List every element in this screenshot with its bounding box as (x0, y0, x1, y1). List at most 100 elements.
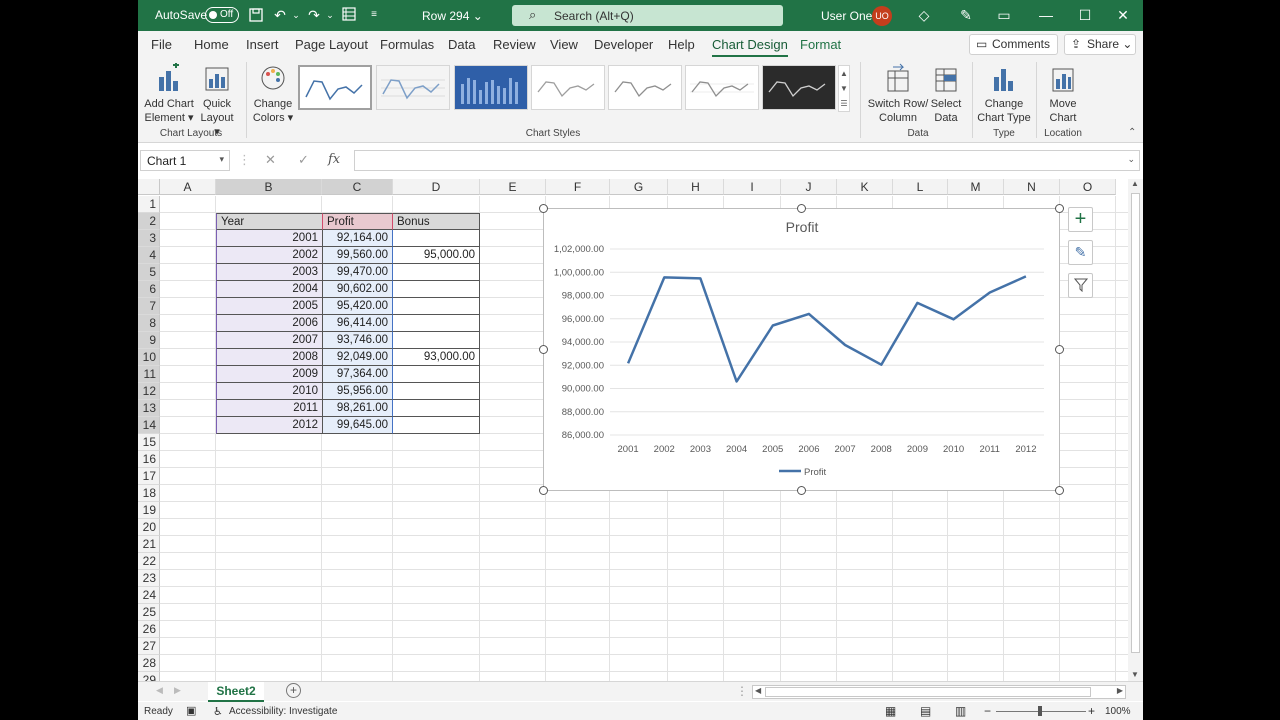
cell-C7[interactable]: 95,420.00 (322, 298, 393, 315)
formula-input[interactable]: ⌄ (354, 150, 1140, 171)
insert-function-icon[interactable]: fx (328, 152, 340, 167)
cancel-icon[interactable]: ✕ (265, 152, 276, 168)
cell-C5[interactable]: 99,470.00 (322, 264, 393, 281)
row-header-6[interactable]: 6 (138, 281, 160, 298)
row-header-9[interactable]: 9 (138, 332, 160, 349)
chart-style-6[interactable] (685, 65, 759, 110)
redo-icon[interactable]: ↷ (306, 7, 322, 23)
avatar[interactable]: UO (872, 6, 892, 26)
change-chart-type-button[interactable]: Change Chart Type (976, 63, 1032, 125)
redo-dropdown-icon[interactable]: ⌄ (322, 7, 338, 23)
form-icon[interactable] (341, 7, 357, 23)
scroll-down-icon[interactable]: ▼ (1131, 670, 1139, 679)
chart-resize-handle[interactable] (797, 486, 806, 495)
column-header-i[interactable]: I (724, 179, 781, 195)
chart-legend[interactable]: Profit (779, 467, 827, 478)
tab-page-layout[interactable]: Page Layout (295, 37, 368, 52)
cell-C8[interactable]: 96,414.00 (322, 315, 393, 332)
row-header-3[interactable]: 3 (138, 230, 160, 247)
column-header-b[interactable]: B (216, 179, 322, 195)
cell-C9[interactable]: 93,746.00 (322, 332, 393, 349)
cell-B6[interactable]: 2004 (216, 281, 322, 298)
select-data-button[interactable]: Select Data (928, 63, 964, 125)
cell-B7[interactable]: 2005 (216, 298, 322, 315)
row-header-22[interactable]: 22 (138, 553, 160, 570)
column-header-c[interactable]: C (322, 179, 393, 195)
row-header-11[interactable]: 11 (138, 366, 160, 383)
add-sheet-button[interactable]: + (286, 683, 301, 698)
tab-developer[interactable]: Developer (594, 37, 653, 52)
cell-C12[interactable]: 95,956.00 (322, 383, 393, 400)
row-header-5[interactable]: 5 (138, 264, 160, 281)
row-header-20[interactable]: 20 (138, 519, 160, 536)
row-header-13[interactable]: 13 (138, 400, 160, 417)
gallery-more-icon[interactable]: ☰ (840, 99, 847, 108)
tab-insert[interactable]: Insert (246, 37, 279, 52)
name-box[interactable]: Chart 1 ▾ (140, 150, 230, 171)
cell-B13[interactable]: 2011 (216, 400, 322, 417)
sheet-tab-sheet2[interactable]: Sheet2 (208, 682, 264, 702)
chart-resize-handle[interactable] (1055, 204, 1064, 213)
cell-B11[interactable]: 2009 (216, 366, 322, 383)
cell-D9[interactable] (393, 332, 480, 349)
cell-C10[interactable]: 92,049.00 (322, 349, 393, 366)
row-header-24[interactable]: 24 (138, 587, 160, 604)
row-header-14[interactable]: 14 (138, 417, 160, 434)
cell-D6[interactable] (393, 281, 480, 298)
column-header-k[interactable]: K (837, 179, 893, 195)
gallery-up-icon[interactable]: ▲ (840, 69, 848, 78)
ribbon-display-icon[interactable]: ▭ (994, 5, 1014, 25)
gallery-down-icon[interactable]: ▼ (840, 84, 848, 93)
row-header-2[interactable]: 2 (138, 213, 160, 230)
cell-C6[interactable]: 90,602.00 (322, 281, 393, 298)
cell-C13[interactable]: 98,261.00 (322, 400, 393, 417)
row-header-28[interactable]: 28 (138, 655, 160, 672)
add-chart-element-button[interactable]: Add Chart Element ▾ (144, 63, 194, 125)
cell-B2[interactable]: Year (216, 213, 322, 230)
cell-B4[interactable]: 2002 (216, 247, 322, 264)
cell-D5[interactable] (393, 264, 480, 281)
cell-D13[interactable] (393, 400, 480, 417)
change-colors-button[interactable]: Change Colors ▾ (250, 63, 296, 125)
customize-toolbar-icon[interactable]: ≡ (366, 7, 382, 23)
row-header-25[interactable]: 25 (138, 604, 160, 621)
column-header-j[interactable]: J (781, 179, 837, 195)
chart-style-3[interactable] (454, 65, 528, 110)
tab-data[interactable]: Data (448, 37, 475, 52)
document-title[interactable]: Row 294 ⌄ (422, 9, 483, 23)
chart-title[interactable]: Profit (786, 219, 819, 235)
chart-resize-handle[interactable] (539, 204, 548, 213)
scroll-right-icon[interactable]: ▶ (1117, 686, 1123, 695)
cell-B12[interactable]: 2010 (216, 383, 322, 400)
comments-button[interactable]: ▭ Comments (969, 34, 1058, 55)
chart-elements-button[interactable]: + (1068, 207, 1093, 232)
row-header-7[interactable]: 7 (138, 298, 160, 315)
zoom-in-button[interactable]: + (1088, 704, 1095, 718)
chart-style-2[interactable] (376, 65, 450, 110)
search-box[interactable]: ⌕ Search (Alt+Q) (512, 5, 783, 26)
prev-sheet-icon[interactable]: ◀ (156, 685, 163, 696)
row-header-16[interactable]: 16 (138, 451, 160, 468)
move-chart-button[interactable]: Move Chart (1044, 63, 1082, 125)
minimize-button[interactable]: — (1036, 5, 1056, 25)
cell-D14[interactable] (393, 417, 480, 434)
zoom-slider-thumb[interactable] (1038, 706, 1042, 716)
tab-formulas[interactable]: Formulas (380, 37, 434, 52)
cell-D2[interactable]: Bonus (393, 213, 480, 230)
chart-1[interactable]: Profit 86,000.00 88,000.00 90,000.00 92,000… (543, 208, 1060, 491)
undo-icon[interactable]: ↶ (272, 7, 288, 23)
row-header-23[interactable]: 23 (138, 570, 160, 587)
column-header-e[interactable]: E (480, 179, 546, 195)
page-break-view-icon[interactable]: ▥ (955, 704, 966, 718)
expand-formula-icon[interactable]: ⌄ (1127, 154, 1135, 165)
cell-D4[interactable]: 95,000.00 (393, 247, 480, 264)
diamond-icon[interactable]: ◇ (914, 5, 934, 25)
chart-resize-handle[interactable] (1055, 345, 1064, 354)
column-header-m[interactable]: M (948, 179, 1004, 195)
cell-C4[interactable]: 99,560.00 (322, 247, 393, 264)
tab-chart-design[interactable]: Chart Design (712, 37, 788, 57)
row-header-17[interactable]: 17 (138, 468, 160, 485)
cell-B14[interactable]: 2012 (216, 417, 322, 434)
switch-row-column-button[interactable]: Switch Row/ Column (866, 63, 930, 125)
name-box-dropdown-icon[interactable]: ▾ (219, 154, 224, 165)
